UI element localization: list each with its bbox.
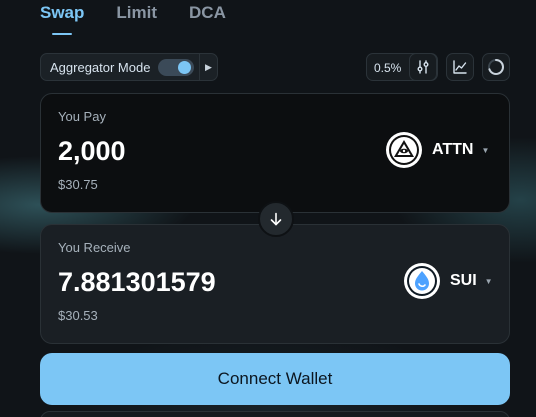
- slippage-settings-button[interactable]: [409, 53, 437, 81]
- pay-usd-value: $30.75: [58, 177, 98, 192]
- refresh-button[interactable]: [482, 53, 510, 81]
- sliders-icon: [417, 60, 429, 74]
- chevron-down-icon: ▼: [484, 276, 493, 286]
- aggregator-expand-button[interactable]: ▶: [199, 54, 217, 80]
- swap-mode-tabs: Swap Limit DCA: [40, 0, 226, 40]
- tab-swap[interactable]: Swap: [40, 0, 84, 40]
- price-chart-button[interactable]: [446, 53, 474, 81]
- tab-dca[interactable]: DCA: [189, 0, 226, 40]
- receive-usd-value: $30.53: [58, 308, 98, 323]
- receive-label: You Receive: [58, 240, 131, 255]
- pay-label: You Pay: [58, 109, 106, 124]
- tab-limit[interactable]: Limit: [116, 0, 157, 40]
- receive-amount: 7.881301579: [58, 267, 216, 297]
- attn-logo-icon: [386, 132, 422, 168]
- pay-amount-input[interactable]: 2,000: [58, 136, 126, 167]
- chevron-right-icon: ▶: [205, 61, 212, 72]
- connect-wallet-button[interactable]: Connect Wallet: [40, 353, 510, 405]
- pay-token-symbol: ATTN: [432, 141, 474, 158]
- switch-direction-button[interactable]: [258, 201, 294, 237]
- aggregator-mode-toggle[interactable]: [158, 59, 194, 76]
- receive-card: You Receive 7.881301579 $30.53 SUI ▼: [40, 224, 510, 344]
- sui-logo-icon: [404, 263, 440, 299]
- refresh-spinner-icon: [488, 59, 505, 75]
- pay-card: You Pay 2,000 $30.75 ATTN ▼: [40, 93, 510, 213]
- aggregator-mode-label: Aggregator Mode: [50, 59, 151, 75]
- arrow-down-icon: [270, 212, 282, 226]
- slippage-value: 0.5%: [374, 61, 402, 75]
- pay-token-selector[interactable]: ATTN ▼: [386, 132, 489, 168]
- chevron-down-icon: ▼: [481, 145, 490, 155]
- receive-token-selector[interactable]: SUI ▼: [404, 263, 493, 299]
- slippage-control[interactable]: 0.5%: [366, 53, 438, 81]
- below-panel: [40, 411, 510, 417]
- receive-token-symbol: SUI: [450, 272, 477, 289]
- aggregator-mode-control: Aggregator Mode ▶: [40, 53, 218, 81]
- toggle-knob: [178, 61, 191, 74]
- chart-line-icon: [453, 60, 467, 74]
